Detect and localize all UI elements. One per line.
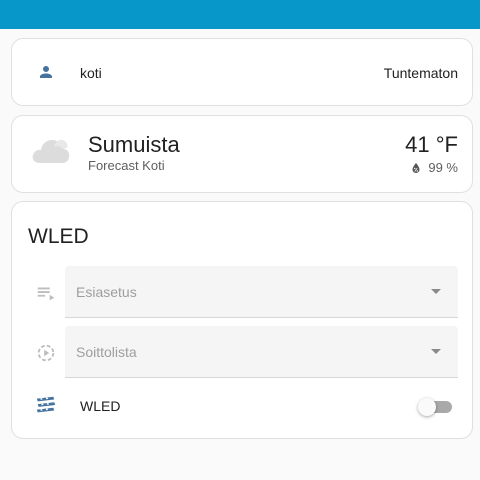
water-percent-icon	[412, 162, 420, 173]
person-name: koti	[80, 65, 102, 81]
wled-light-toggle[interactable]	[418, 396, 452, 418]
fog-cloud-icon	[32, 139, 70, 163]
weather-card[interactable]: Sumuista Forecast Koti 41 °F 99 %	[11, 115, 473, 193]
weather-temperature: 41 °F	[405, 132, 458, 157]
weather-entity-name: Forecast Koti	[88, 158, 165, 173]
preset-select[interactable]: Esiasetus	[65, 266, 458, 318]
card-title: WLED	[28, 225, 89, 248]
preset-select-label: Esiasetus	[76, 284, 137, 300]
toggle-knob	[418, 398, 436, 416]
chevron-down-icon	[431, 349, 441, 354]
led-strip-icon	[36, 396, 56, 413]
play-speed-icon	[37, 344, 55, 362]
playlist-select-label: Soittolista	[76, 344, 137, 360]
playlist-select[interactable]: Soittolista	[65, 326, 458, 378]
person-state: Tuntematon	[383, 65, 458, 81]
chevron-down-icon	[431, 289, 441, 294]
account-icon	[40, 66, 52, 78]
playlist-play-icon	[37, 287, 55, 301]
app-header	[0, 0, 480, 29]
weather-humidity: 99 %	[410, 160, 458, 175]
weather-condition: Sumuista	[88, 132, 180, 157]
person-card[interactable]: koti Tuntematon	[11, 38, 473, 106]
humidity-value: 99 %	[428, 160, 458, 175]
wled-card: WLED Esiasetus Soittolista WLED	[11, 201, 473, 439]
wled-light-label: WLED	[80, 398, 121, 414]
